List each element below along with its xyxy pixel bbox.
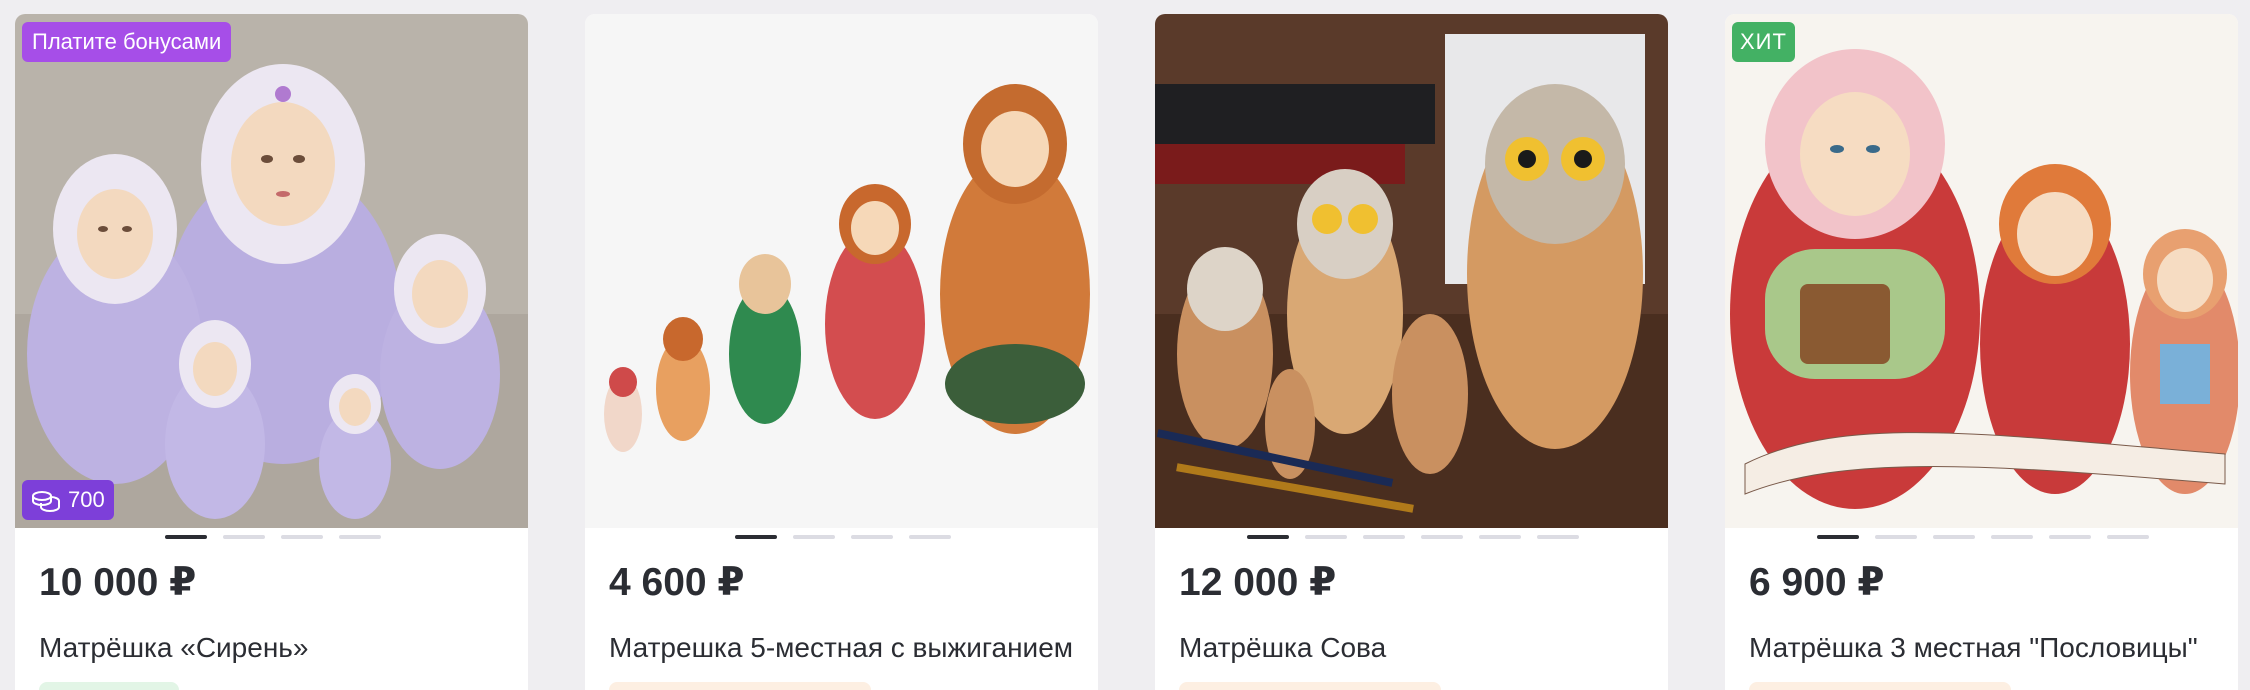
photo-carousel-dots: [1155, 535, 1668, 541]
product-tag: [1749, 682, 2011, 690]
product-tag: [1179, 682, 1441, 690]
product-card[interactable]: 4 600 ₽ Матрешка 5-местная с выжиганием: [585, 14, 1098, 690]
carousel-dot[interactable]: [851, 535, 893, 539]
carousel-dot[interactable]: [1817, 535, 1859, 539]
burned-matryoshka-image: [585, 14, 1098, 528]
lilac-matryoshka-image: [15, 14, 528, 528]
carousel-dot[interactable]: [2049, 535, 2091, 539]
product-title[interactable]: Матрёшка «Сирень»: [39, 632, 505, 664]
hit-badge: ХИТ: [1732, 22, 1795, 62]
product-card[interactable]: Платите бонусами 700 10 000 ₽ Матрёшка «…: [15, 14, 528, 690]
owl-matryoshka-image: [1155, 14, 1668, 528]
carousel-dot[interactable]: [909, 535, 951, 539]
product-price: 12 000 ₽: [1179, 561, 1337, 604]
carousel-dot[interactable]: [223, 535, 265, 539]
coins-stack-icon: [32, 491, 60, 512]
product-price: 4 600 ₽: [609, 561, 745, 604]
proverbs-matryoshka-image: [1725, 14, 2238, 528]
carousel-dot[interactable]: [1933, 535, 1975, 539]
product-tag: [609, 682, 871, 690]
photo-carousel-dots: [15, 535, 528, 541]
carousel-dot[interactable]: [1421, 535, 1463, 539]
bonus-coins-badge: 700: [22, 480, 114, 520]
carousel-dot[interactable]: [735, 535, 777, 539]
product-grid: Платите бонусами 700 10 000 ₽ Матрёшка «…: [15, 14, 2250, 690]
carousel-dot[interactable]: [1479, 535, 1521, 539]
product-price: 6 900 ₽: [1749, 561, 1885, 604]
product-card[interactable]: ХИТ 6 900 ₽ Матрёшка 3 местная "Пословиц…: [1725, 14, 2238, 690]
carousel-dot[interactable]: [793, 535, 835, 539]
carousel-dot[interactable]: [1305, 535, 1347, 539]
product-price: 10 000 ₽: [39, 561, 197, 604]
product-title[interactable]: Матрёшка Сова: [1179, 632, 1645, 664]
carousel-dot[interactable]: [1247, 535, 1289, 539]
product-photo[interactable]: Платите бонусами 700: [15, 14, 528, 528]
product-tag: [39, 682, 179, 690]
carousel-dot[interactable]: [1363, 535, 1405, 539]
carousel-dot[interactable]: [165, 535, 207, 539]
product-photo[interactable]: [585, 14, 1098, 528]
carousel-dot[interactable]: [1991, 535, 2033, 539]
carousel-dot[interactable]: [339, 535, 381, 539]
product-title[interactable]: Матрешка 5-местная с выжиганием: [609, 632, 1075, 664]
photo-carousel-dots: [1725, 535, 2238, 541]
product-photo[interactable]: [1155, 14, 1668, 528]
carousel-dot[interactable]: [1537, 535, 1579, 539]
photo-carousel-dots: [585, 535, 1098, 541]
bonus-coins-value: 700: [68, 487, 105, 512]
carousel-dot[interactable]: [281, 535, 323, 539]
product-photo[interactable]: ХИТ: [1725, 14, 2238, 528]
product-title[interactable]: Матрёшка 3 местная "Пословицы": [1749, 632, 2215, 664]
product-card[interactable]: 12 000 ₽ Матрёшка Сова: [1155, 14, 1668, 690]
carousel-dot[interactable]: [2107, 535, 2149, 539]
carousel-dot[interactable]: [1875, 535, 1917, 539]
pay-with-bonuses-badge: Платите бонусами: [22, 22, 232, 62]
